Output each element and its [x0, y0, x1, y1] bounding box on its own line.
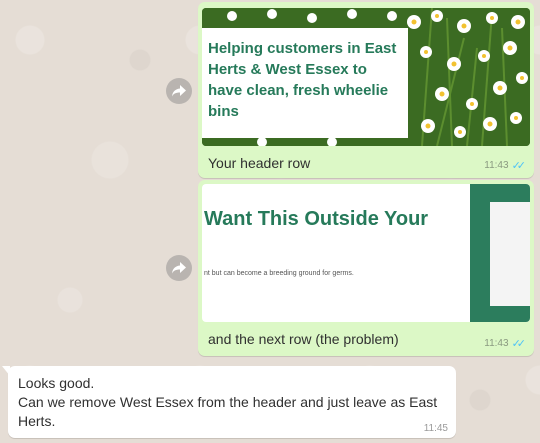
forward-button[interactable] — [166, 78, 192, 104]
forward-icon — [172, 262, 186, 274]
outgoing-message[interactable]: Want This Outside Your nt but can become… — [198, 180, 534, 356]
double-tick-read-icon: ✓✓ — [511, 160, 527, 172]
bin-image-placeholder — [490, 202, 530, 306]
double-tick-read-icon: ✓✓ — [511, 338, 527, 350]
message-text: Looks good. Can we remove West Essex fro… — [18, 374, 438, 431]
forward-button[interactable] — [166, 255, 192, 281]
message-caption: Your header row — [208, 155, 311, 171]
image-attachment[interactable]: Helping customers in East Herts & West E… — [202, 8, 530, 146]
forward-icon — [172, 85, 186, 97]
message-meta: 11:43 ✓✓ — [484, 159, 526, 172]
header-text: Helping customers in East Herts & West E… — [208, 40, 397, 120]
message-time: 11:43 — [484, 160, 509, 171]
outgoing-message[interactable]: Helping customers in East Herts & West E… — [198, 2, 534, 178]
image-attachment[interactable]: Want This Outside Your nt but can become… — [202, 184, 530, 322]
message-meta: 11:43 ✓✓ — [484, 337, 526, 350]
incoming-message[interactable]: Looks good. Can we remove West Essex fro… — [8, 366, 456, 438]
row-heading: Want This Outside Your — [204, 208, 429, 230]
message-time: 11:45 — [423, 423, 448, 434]
row-subtext: nt but can become a breeding ground for … — [204, 270, 354, 277]
message-caption: and the next row (the problem) — [208, 331, 399, 347]
message-line: Looks good. — [18, 375, 95, 391]
message-line: Can we remove West Essex from the header… — [18, 394, 438, 429]
header-text-card: Helping customers in East Herts & West E… — [202, 28, 408, 138]
message-time: 11:43 — [484, 338, 509, 349]
message-meta: 11:45 — [424, 423, 448, 434]
